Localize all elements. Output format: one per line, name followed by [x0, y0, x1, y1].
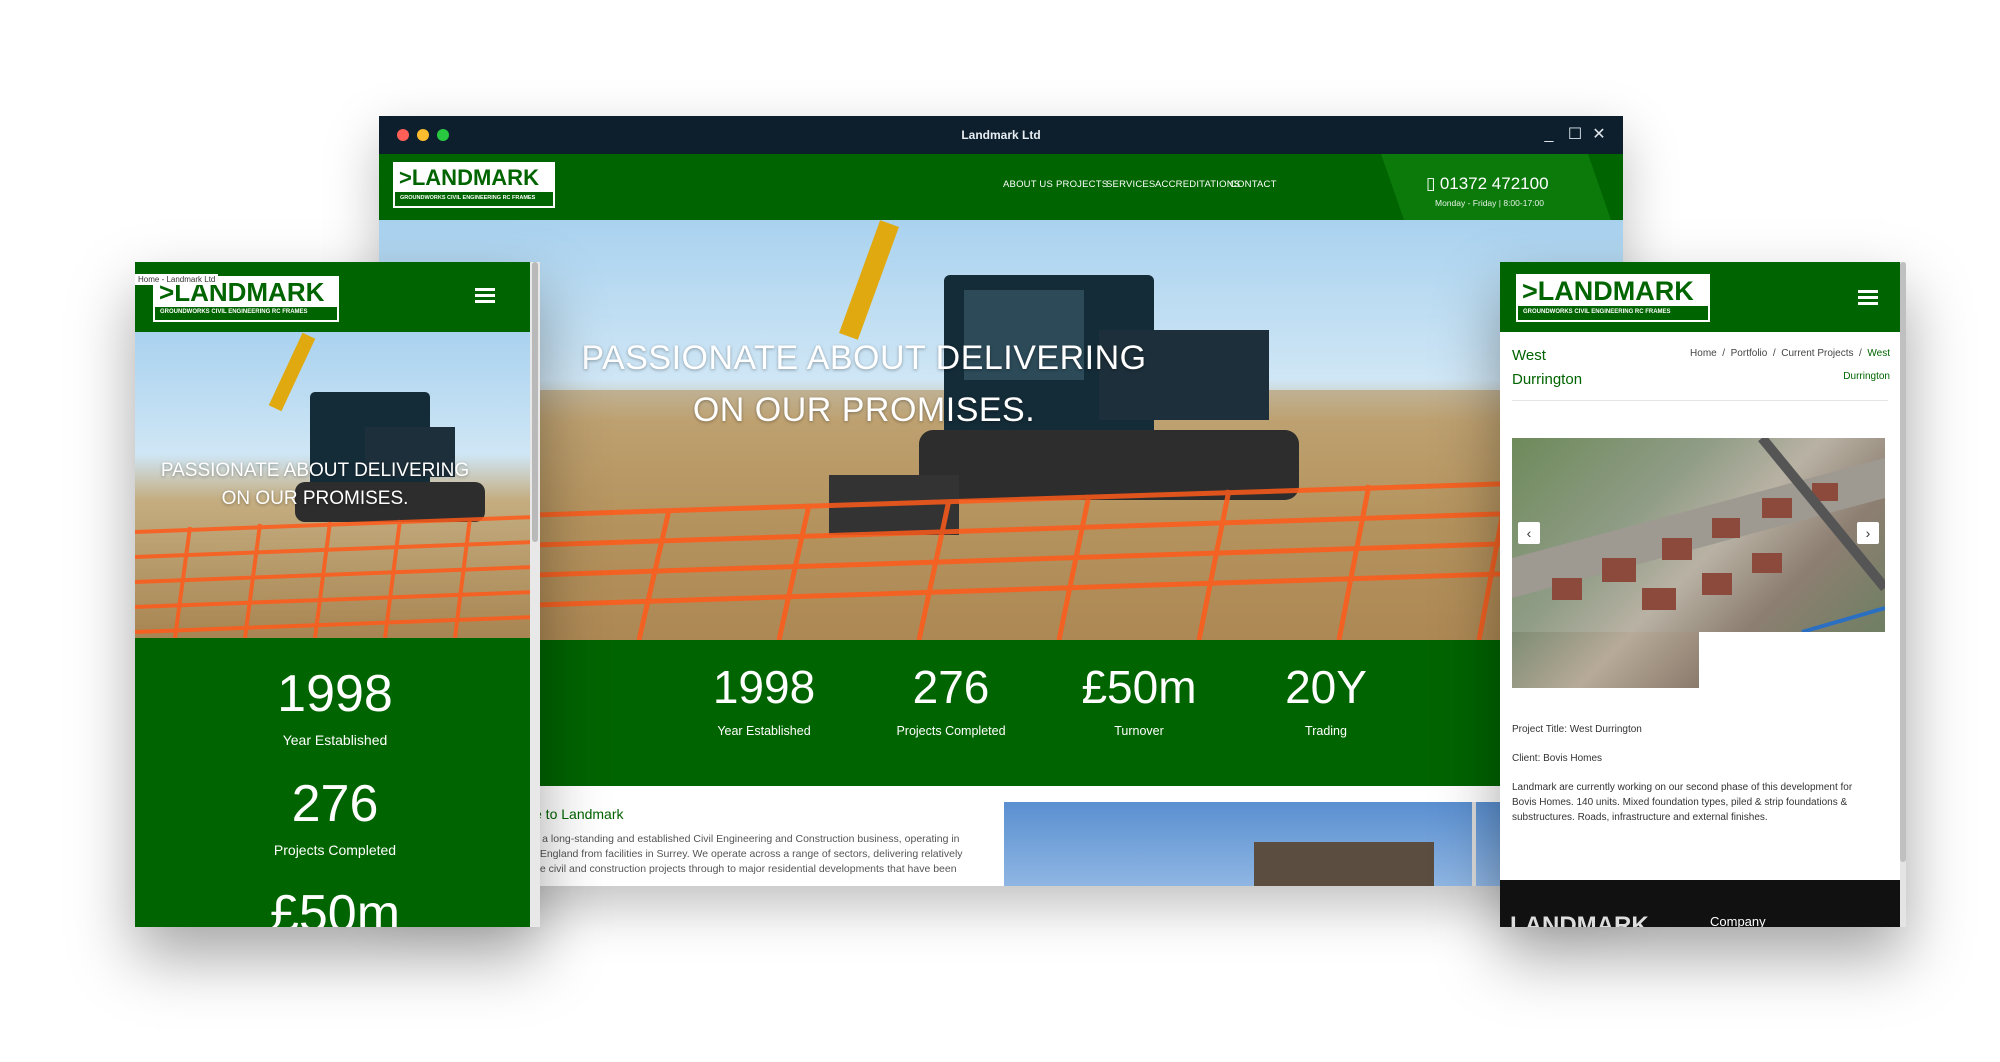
crane-shape	[1472, 802, 1476, 886]
header-phone[interactable]: ▯ 01372 472100	[1426, 174, 1586, 198]
mobile-hero: PASSIONATE ABOUT DELIVERING ON OUR PROMI…	[135, 332, 535, 638]
project-description: Landmark are currently working on our se…	[1512, 780, 1882, 825]
paragraph-line: ge civil and construction projects throu…	[534, 863, 957, 875]
divider	[1512, 400, 1888, 401]
mobile-stat-projects-label: Projects Completed	[273, 842, 397, 858]
tablet-hamburger-menu-icon[interactable]	[1858, 287, 1878, 308]
window-title: Landmark Ltd	[961, 128, 1041, 142]
welcome-section: e to Landmark s a long-standing and esta…	[379, 786, 1623, 886]
building-shape	[1254, 842, 1434, 886]
stat-trading-value: 20Y	[1285, 661, 1367, 713]
slider-thumbnail[interactable]	[1512, 632, 1699, 688]
mobile-stat-year-label: Year Established	[282, 732, 388, 748]
desktop-browser-window: Landmark Ltd _ ☐ ✕ >LANDMARK GROUNDWORKS…	[379, 116, 1623, 886]
minimize-icon[interactable]: _	[1539, 125, 1559, 145]
breadcrumb-portfolio[interactable]: Portfolio	[1731, 348, 1768, 359]
welcome-heading: e to Landmark	[534, 806, 624, 822]
mobile-view: >LANDMARK GROUNDWORKS CIVIL ENGINEERING …	[135, 262, 540, 927]
stat-turnover-value: £50m	[1081, 661, 1197, 713]
footer-logo: LANDMARK	[1510, 912, 1690, 927]
hamburger-menu-icon[interactable]	[475, 285, 495, 306]
stats-band: 1998 Year Established 276 Projects Compl…	[379, 640, 1623, 786]
description-line: Bovis Homes. 140 units. Mixed foundation…	[1512, 797, 1848, 808]
tablet-landmark-logo[interactable]: >LANDMARK GROUNDWORKS CIVIL ENGINEERING …	[1516, 274, 1710, 322]
opening-hours: Monday - Friday | 8:00-17:00	[1435, 198, 1544, 208]
breadcrumb-separator: /	[1722, 348, 1726, 359]
project-page-title: West Durrington	[1512, 344, 1582, 392]
mobile-stat-year-value: 1998	[277, 665, 393, 723]
mobile-hero-title-line-2: ON OUR PROMISES.	[221, 488, 409, 509]
slider-prev-arrow-icon[interactable]: ‹	[1518, 522, 1540, 544]
breadcrumb-separator: /	[1772, 348, 1776, 359]
slider-next-arrow-icon[interactable]: ›	[1857, 522, 1879, 544]
logo-text: LANDMARK	[1537, 276, 1694, 306]
title-line: Durrington	[1512, 371, 1583, 388]
project-image-slider[interactable]: ‹ ›	[1512, 438, 1885, 632]
hero-banner: PASSIONATE ABOUT DELIVERING ON OUR PROMI…	[379, 220, 1623, 640]
tablet-footer: LANDMARK Company	[1500, 880, 1900, 927]
tablet-scrollbar-thumb[interactable]	[1900, 262, 1906, 862]
breadcrumb: Home / Portfolio / Current Projects / We…	[1650, 348, 1890, 359]
phone-number: 01372 472100	[1439, 174, 1549, 193]
breadcrumb-current-projects[interactable]: Current Projects	[1781, 348, 1853, 359]
mobile-scrollbar-thumb[interactable]	[532, 262, 538, 542]
stat-year-value: 1998	[712, 661, 816, 713]
nav-accreditations[interactable]: ACCREDITATIONS	[1155, 179, 1240, 190]
mobile-stat-projects-value: 276	[291, 775, 379, 833]
page-tooltip: Home - Landmark Ltd	[135, 274, 219, 285]
stat-year-label: Year Established	[717, 724, 811, 738]
title-line: West	[1512, 347, 1546, 364]
close-icon[interactable]: ✕	[1589, 125, 1609, 145]
breadcrumb-current: West	[1867, 348, 1890, 359]
description-line: Landmark are currently working on our se…	[1512, 782, 1853, 793]
paragraph-line: f England from facilities in Surrey. We …	[534, 848, 963, 860]
footer-logo-text: LANDMARK	[1510, 912, 1649, 927]
mobile-hero-title-line-1: PASSIONATE ABOUT DELIVERING	[160, 460, 470, 481]
tablet-view: >LANDMARK GROUNDWORKS CIVIL ENGINEERING …	[1500, 262, 1906, 927]
nav-about-us[interactable]: ABOUT US	[1003, 179, 1053, 190]
breadcrumb-separator: /	[1859, 348, 1862, 359]
stat-turnover-label: Turnover	[1114, 724, 1164, 738]
stat-trading-label: Trading	[1305, 724, 1347, 738]
welcome-paragraph: s a long-standing and established Civil …	[534, 832, 1014, 877]
project-title-field: Project Title: West Durrington	[1512, 724, 1642, 735]
breadcrumb-home[interactable]: Home	[1690, 348, 1717, 359]
nav-services[interactable]: SERVICES	[1106, 179, 1155, 190]
paragraph-line: s a long-standing and established Civil …	[534, 833, 960, 845]
restore-icon[interactable]: ☐	[1565, 125, 1585, 145]
logo-tagline: GROUNDWORKS CIVIL ENGINEERING RC FRAMES	[1523, 309, 1671, 315]
nav-projects[interactable]: PROJECTS	[1056, 179, 1108, 190]
client-field: Client: Bovis Homes	[1512, 753, 1603, 764]
stat-projects-value: 276	[912, 661, 990, 713]
mobile-phone-icon: ▯	[1426, 174, 1436, 193]
description-line: substructures. Roads, infrastructure and…	[1512, 812, 1768, 823]
stat-projects-label: Projects Completed	[896, 724, 1006, 738]
logo-tagline: GROUNDWORKS CIVIL ENGINEERING RC FRAMES	[400, 195, 536, 201]
aerial-housing-image	[1512, 438, 1885, 632]
breadcrumb-current-cont: Durrington	[1843, 371, 1890, 382]
mobile-stat-turnover-value: £50m	[269, 885, 401, 927]
footer-company-heading: Company	[1710, 914, 1766, 927]
logo-tagline: GROUNDWORKS CIVIL ENGINEERING RC FRAMES	[160, 309, 308, 315]
nav-contact[interactable]: CONTACT	[1230, 179, 1277, 190]
logo-chevron: >	[1522, 276, 1538, 306]
